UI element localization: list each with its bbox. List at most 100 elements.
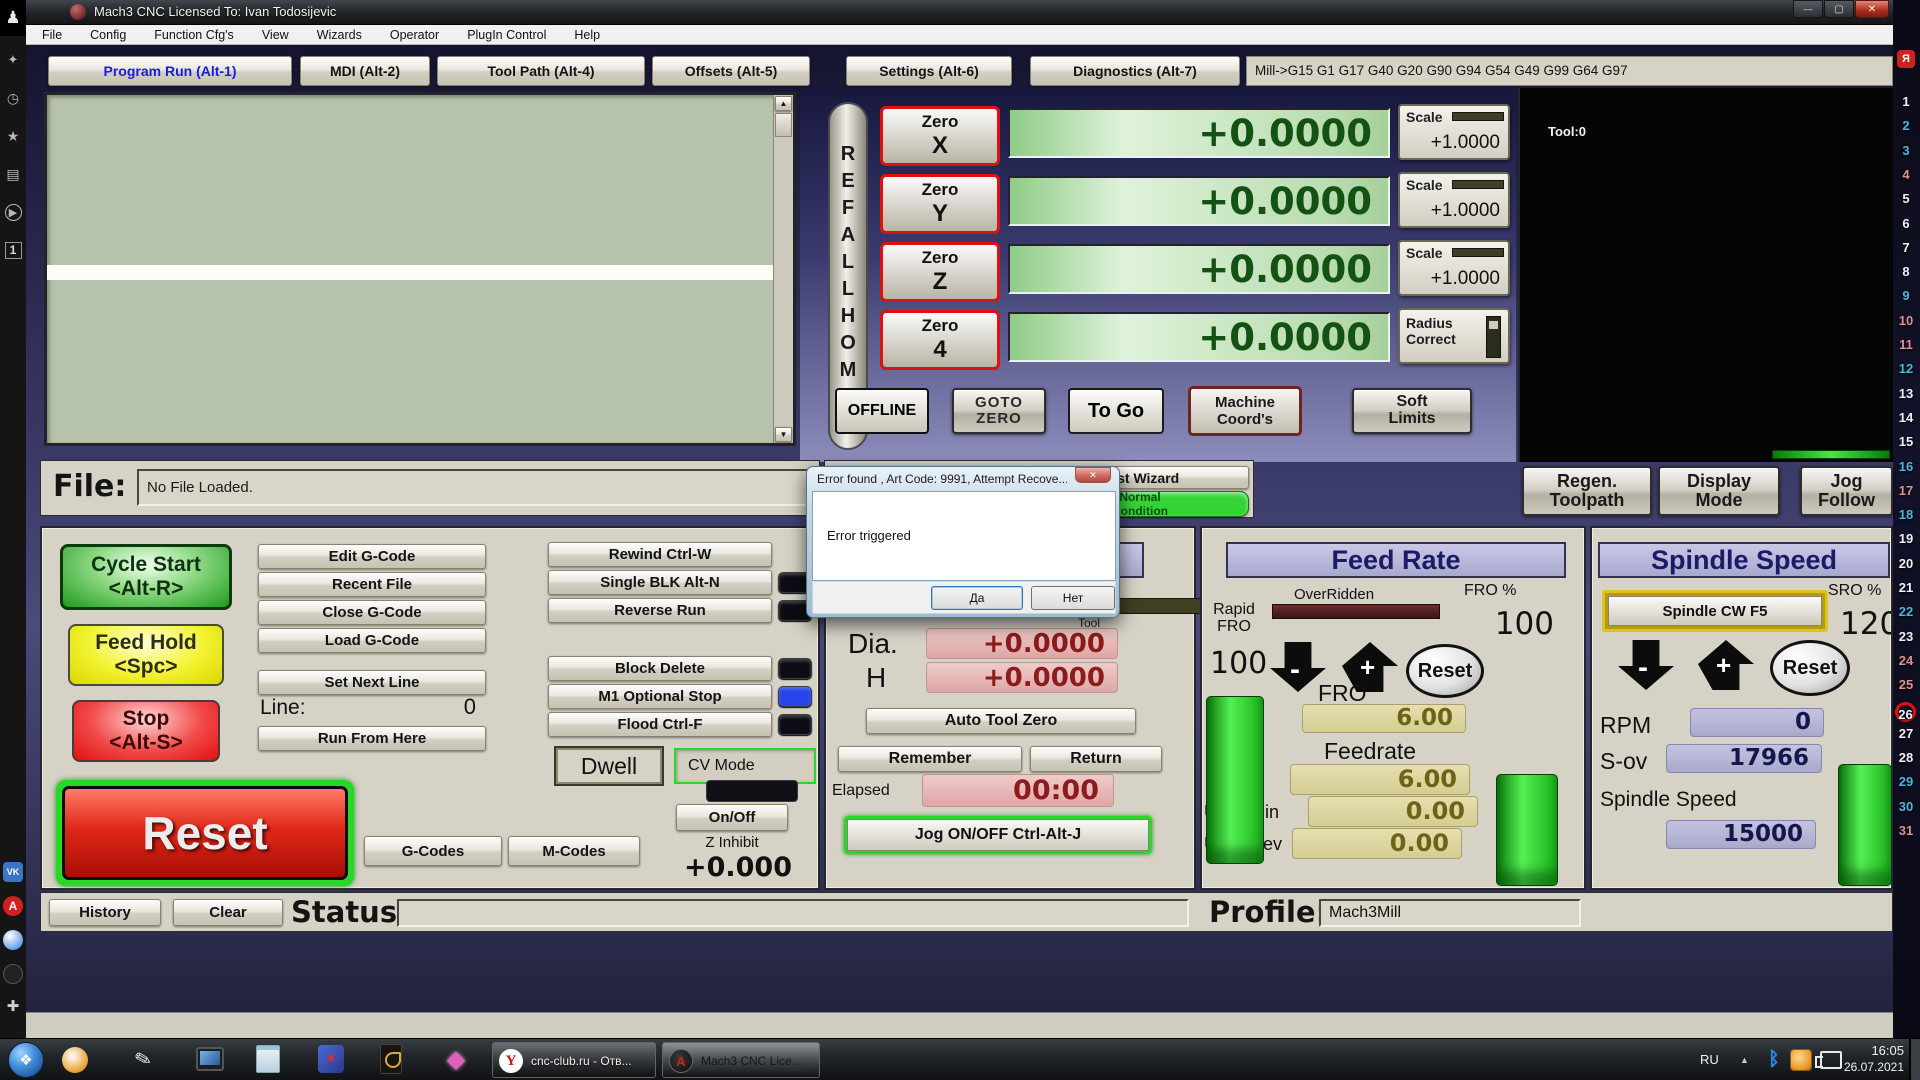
scale-x-value[interactable]: +1.0000 [1431, 132, 1500, 154]
rewind-button[interactable]: Rewind Ctrl-W [548, 542, 772, 567]
spindle-cw-button[interactable]: Spindle CW F5 [1602, 590, 1828, 632]
spindle-slider[interactable] [1838, 764, 1892, 886]
fro-value[interactable]: 6.00 [1302, 704, 1466, 733]
feed-raise-slider[interactable] [1496, 774, 1558, 886]
dialog-yes-button[interactable]: Да [931, 586, 1023, 610]
line-value[interactable]: 0 [412, 694, 476, 720]
menu-config[interactable]: Config [88, 28, 128, 42]
scale-x-slider[interactable] [1452, 112, 1504, 121]
feed-hold-button[interactable]: Feed Hold <Spc> [68, 624, 224, 686]
spindle-plus-button[interactable]: + [1698, 640, 1754, 690]
menu-wizards[interactable]: Wizards [315, 28, 364, 42]
close-button[interactable]: ✕ [1855, 0, 1889, 18]
dark-app-icon[interactable] [3, 964, 23, 984]
zero-4-button[interactable]: Zero4 [880, 310, 1000, 370]
tab-mdi[interactable]: MDI (Alt-2) [300, 56, 430, 86]
error-dialog-close-icon[interactable]: ✕ [1075, 467, 1111, 483]
tab-settings[interactable]: Settings (Alt-6) [846, 56, 1012, 86]
mcodes-button[interactable]: M-Codes [508, 836, 640, 866]
red-a-icon[interactable]: A [3, 896, 23, 916]
scale-z-value[interactable]: +1.0000 [1431, 268, 1500, 290]
tray-expand-icon[interactable]: ▲ [1740, 1055, 1749, 1065]
gcodes-button[interactable]: G-Codes [364, 836, 502, 866]
scroll-thumb[interactable] [775, 113, 792, 137]
monitor-app-icon[interactable] [196, 1047, 224, 1071]
play-icon[interactable]: ▶ [0, 202, 26, 222]
zero-y-button[interactable]: ZeroY [880, 174, 1000, 234]
z-inhibit-value[interactable]: +0.000 [670, 852, 792, 883]
cycle-start-button[interactable]: Cycle Start <Alt-R> [60, 544, 232, 610]
show-desktop-button[interactable] [1909, 1039, 1920, 1080]
close-gcode-button[interactable]: Close G-Code [258, 600, 486, 625]
one-badge-icon[interactable]: 1 [0, 240, 26, 260]
zero-x-button[interactable]: ZeroX [880, 106, 1000, 166]
tab-tool-path[interactable]: Tool Path (Alt-4) [437, 56, 645, 86]
single-blk-button[interactable]: Single BLK Alt-N [548, 570, 772, 595]
clear-button[interactable]: Clear [173, 899, 283, 926]
feed-reset-button[interactable]: Reset [1406, 644, 1484, 698]
jog-onoff-button[interactable]: Jog ON/OFF Ctrl-Alt-J [844, 816, 1152, 854]
dro-4-value[interactable]: +0.0000 [1008, 312, 1390, 362]
start-button[interactable]: ❖ [8, 1042, 44, 1078]
profile-field[interactable]: Mach3Mill [1319, 899, 1581, 927]
minimize-button[interactable]: — [1793, 0, 1823, 18]
display-mode-button[interactable]: Display Mode [1658, 466, 1780, 516]
bluetooth-icon[interactable]: ᛒ [1764, 1049, 1784, 1071]
auto-tool-zero-button[interactable]: Auto Tool Zero [866, 708, 1136, 734]
offline-button[interactable]: OFFLINE [835, 388, 929, 434]
zero-z-button[interactable]: ZeroZ [880, 242, 1000, 302]
spindle-reset-button[interactable]: Reset [1770, 640, 1850, 696]
menu-view[interactable]: View [260, 28, 291, 42]
notepad-app-icon[interactable] [256, 1045, 280, 1073]
to-go-button[interactable]: To Go [1068, 388, 1164, 434]
mail-icon[interactable] [3, 930, 23, 950]
toolpath-display[interactable]: Tool:0 [1518, 88, 1893, 462]
tray-orange-icon[interactable] [1790, 1049, 1812, 1071]
gcode-listbox[interactable]: ▲ ▼ [44, 92, 796, 446]
machine-coords-button[interactable]: Machine Coord's [1188, 386, 1302, 436]
radius-correct-slider[interactable] [1486, 316, 1501, 358]
user-icon[interactable]: ♟ [0, 0, 26, 36]
dro-y-value[interactable]: +0.0000 [1008, 176, 1390, 226]
recent-file-button[interactable]: Recent File [258, 572, 486, 597]
clock-date[interactable]: 26.07.2021 [1830, 1060, 1904, 1074]
file-name-field[interactable]: No File Loaded. [137, 469, 813, 506]
sov-value[interactable]: 17966 [1666, 744, 1822, 773]
h-value[interactable]: +0.0000 [926, 662, 1118, 693]
m1-optional-stop-button[interactable]: M1 Optional Stop [548, 684, 772, 709]
language-indicator[interactable]: RU [1700, 1052, 1719, 1067]
jog-follow-button[interactable]: Jog Follow [1800, 466, 1893, 516]
reset-button[interactable]: Reset [56, 780, 354, 886]
scale-y-value[interactable]: +1.0000 [1431, 200, 1500, 222]
title-bar[interactable]: Mach3 CNC Licensed To: Ivan Todosijevic … [26, 0, 1893, 25]
gcode-scrollbar[interactable]: ▲ ▼ [773, 95, 793, 443]
tab-diagnostics[interactable]: Diagnostics (Alt-7) [1030, 56, 1240, 86]
taskbar-window-mach3[interactable]: A Mach3 CNC Lice... [662, 1042, 820, 1078]
phone-app-icon[interactable] [380, 1044, 402, 1074]
plus-icon[interactable]: ✚ [0, 996, 26, 1016]
menu-operator[interactable]: Operator [388, 28, 441, 42]
edit-gcode-button[interactable]: Edit G-Code [258, 544, 486, 569]
vk-icon[interactable]: VK [3, 862, 23, 882]
history-button[interactable]: History [49, 899, 161, 926]
clock-icon[interactable]: ◷ [0, 88, 26, 108]
maximize-button[interactable]: ▢ [1824, 0, 1854, 18]
spindle-speed-value[interactable]: 15000 [1666, 820, 1816, 849]
dro-z-value[interactable]: +0.0000 [1008, 244, 1390, 294]
bell-icon[interactable]: ✦ [0, 50, 26, 70]
menu-help[interactable]: Help [572, 28, 602, 42]
dia-value[interactable]: +0.0000 [926, 628, 1118, 659]
reverse-run-button[interactable]: Reverse Run [548, 598, 772, 623]
flood-button[interactable]: Flood Ctrl-F [548, 712, 772, 737]
block-delete-button[interactable]: Block Delete [548, 656, 772, 681]
menu-function-cfgs[interactable]: Function Cfg's [152, 28, 236, 42]
taskbar-window-yandex[interactable]: Y cnc-club.ru - Отв... [492, 1042, 656, 1078]
fro-slider[interactable] [1206, 696, 1264, 864]
tab-program-run[interactable]: Program Run (Alt-1) [48, 56, 292, 86]
spider-app-icon[interactable]: ✴ [318, 1045, 344, 1073]
return-button[interactable]: Return [1030, 746, 1162, 772]
set-next-line-button[interactable]: Set Next Line [258, 670, 486, 695]
tab-offsets[interactable]: Offsets (Alt-5) [652, 56, 810, 86]
star-icon[interactable]: ★ [0, 126, 26, 146]
scroll-down-arrow[interactable]: ▼ [775, 427, 792, 442]
